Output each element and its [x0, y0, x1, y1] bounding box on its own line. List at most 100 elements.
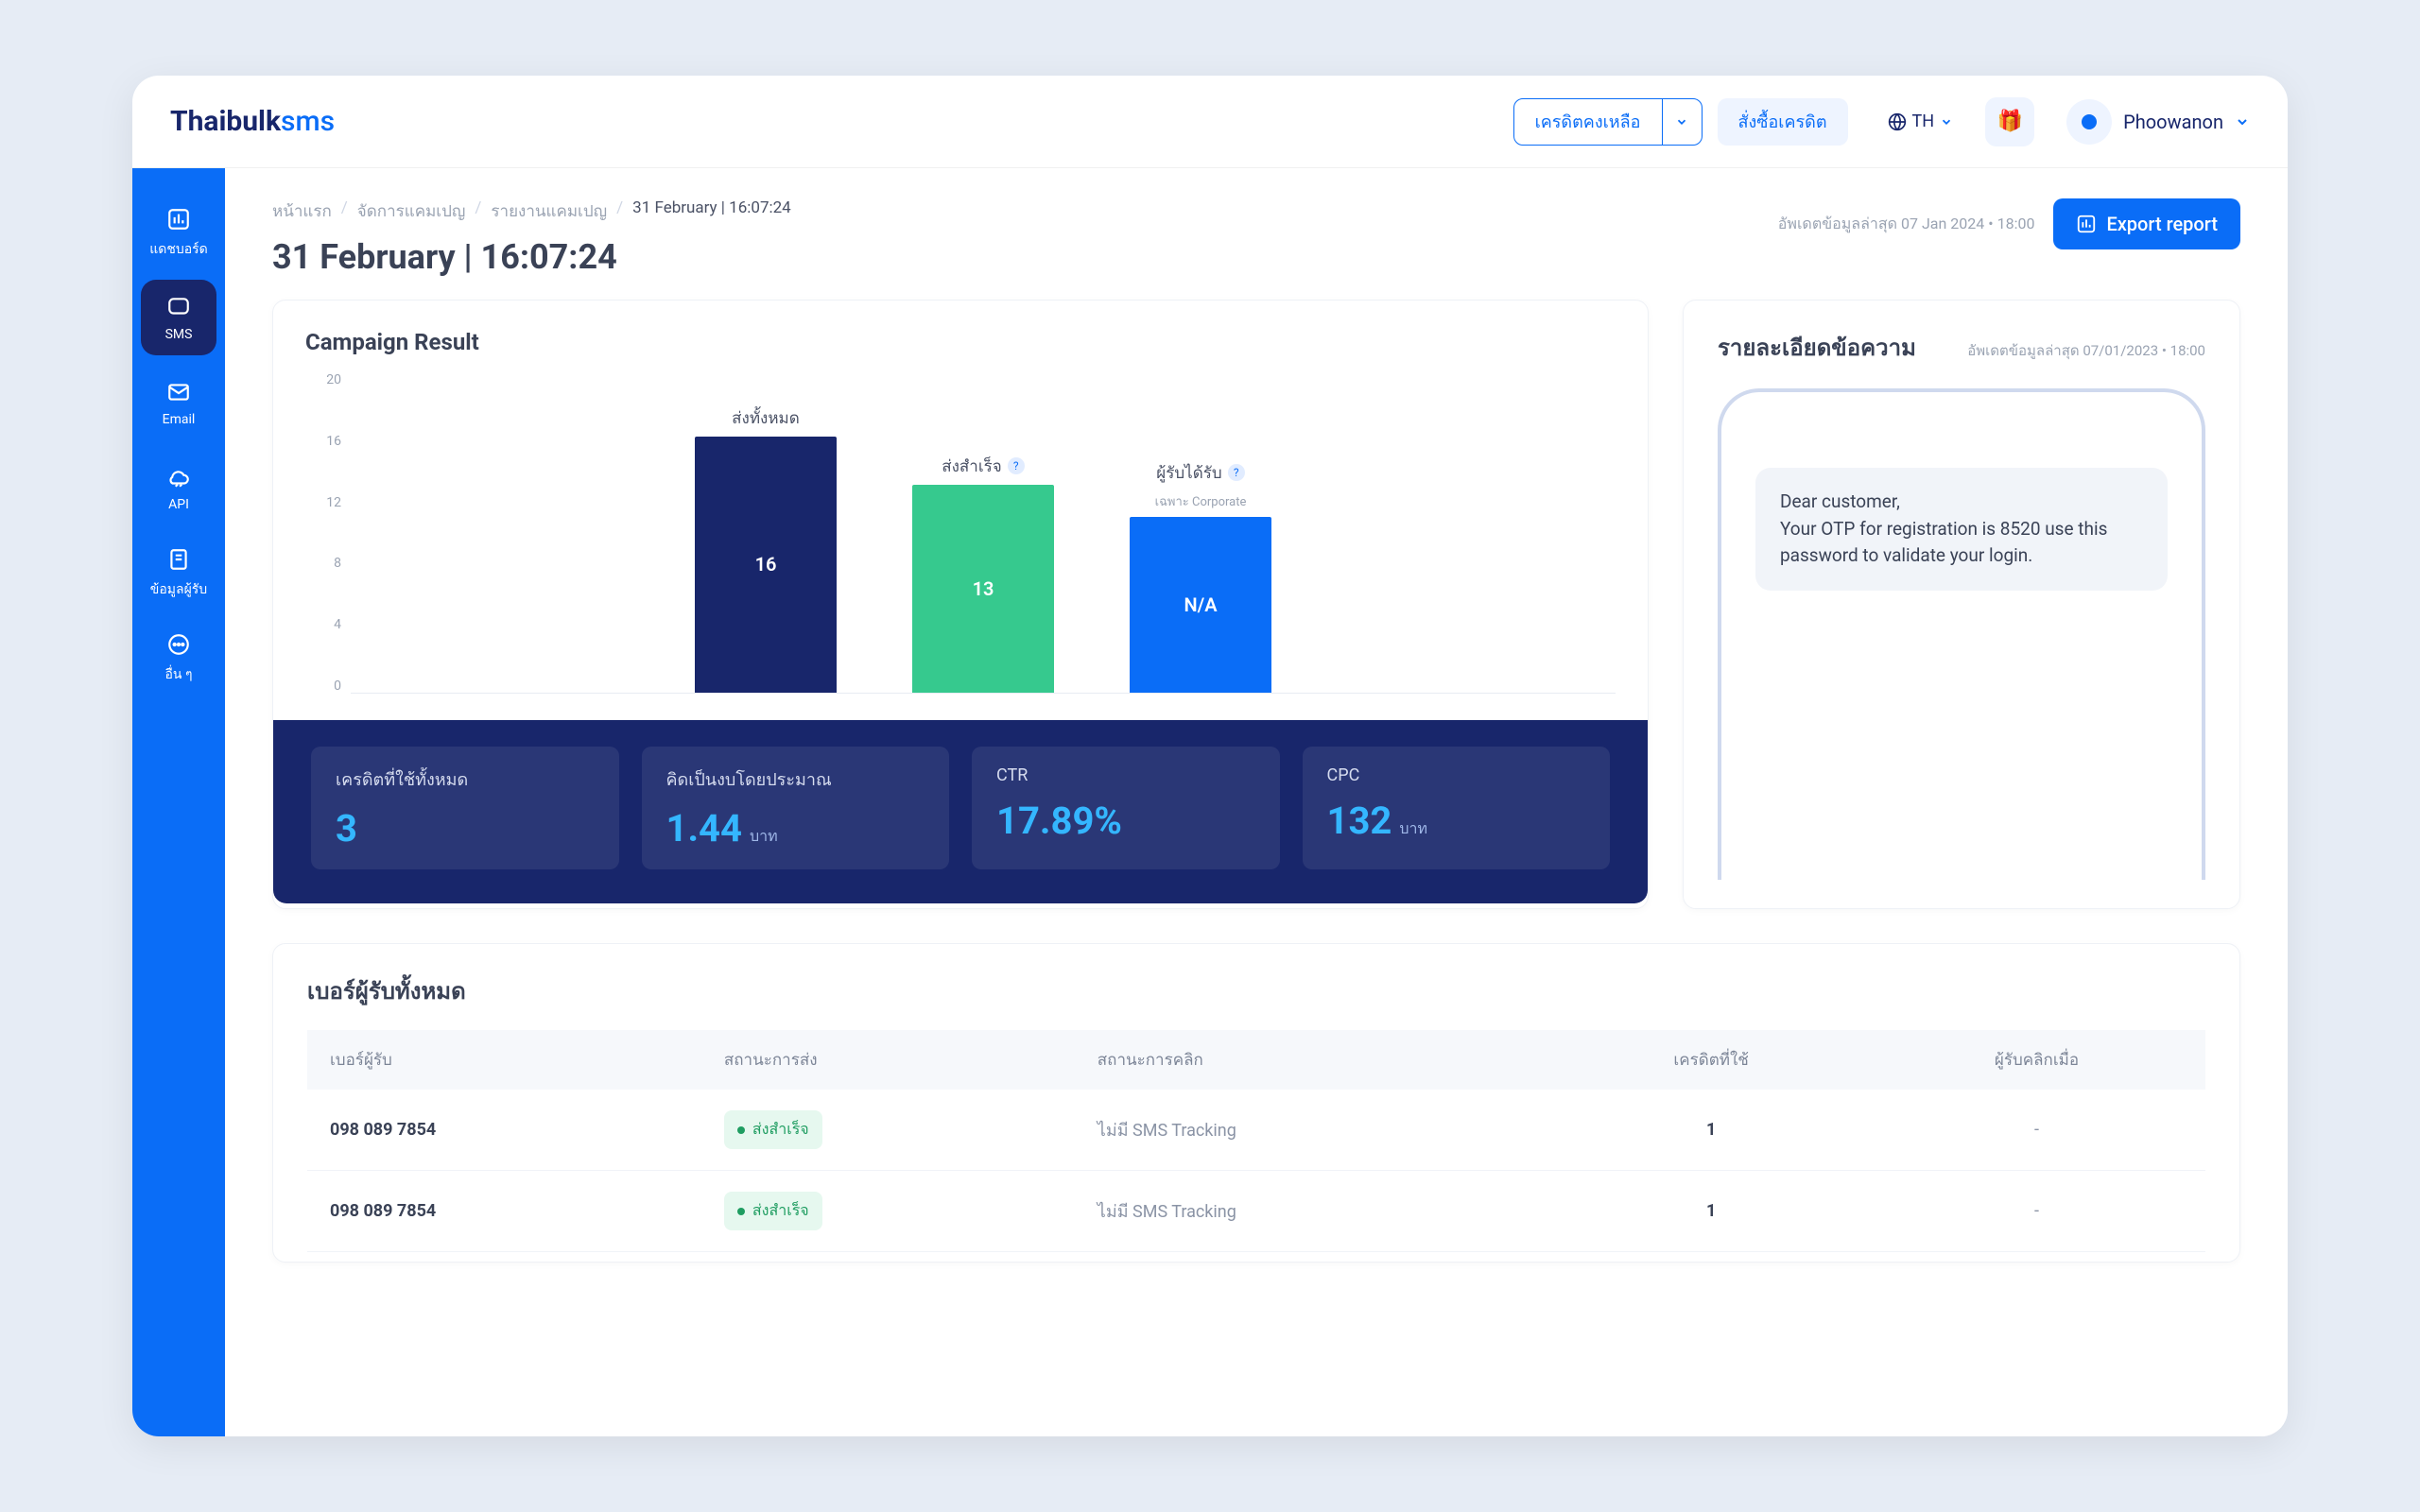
app-logo: Thaibulksms [170, 105, 335, 138]
recipients-table: เบอร์ผู้รับสถานะการส่งสถานะการคลิกเครดิต… [307, 1030, 2205, 1252]
buy-credit-button[interactable]: สั่งซื้อเครดิต [1718, 98, 1848, 146]
breadcrumb-current: 31 February | 16:07:24 [632, 198, 791, 224]
sidebar-item-dashboard[interactable]: แดชบอร์ด [141, 195, 216, 270]
sidebar-item-label: ข้อมูลผู้รับ [150, 579, 207, 600]
metric-card: CTR 17.89% [972, 747, 1280, 869]
app-window: Thaibulksms เครดิตคงเหลือ สั่งซื้อเครดิต… [132, 76, 2288, 1436]
gift-button[interactable]: 🎁 [1985, 97, 2034, 146]
message-detail-card: รายละเอียดข้อความ อัพเดตข้อมูลล่าสุด 07/… [1683, 300, 2240, 909]
y-tick: 12 [326, 495, 341, 510]
buy-credit-label: สั่งซื้อเครดิต [1738, 108, 1827, 135]
chevron-down-icon [1940, 115, 1953, 129]
bar: 16 [695, 437, 837, 693]
cell-send-status: ส่งสำเร็จ [701, 1171, 1075, 1252]
sidebar-item-recipients[interactable]: ข้อมูลผู้รับ [141, 535, 216, 610]
updated-text: อัพเดตข้อมูลล่าสุด 07 Jan 2024 • 18:00 [1778, 213, 2035, 236]
bar-label: ส่งทั้งหมด [732, 405, 800, 431]
credit-remaining-label: เครดิตคงเหลือ [1514, 99, 1662, 145]
breadcrumb-link[interactable]: รายงานแคมเปญ [491, 198, 607, 224]
y-tick: 16 [326, 434, 341, 449]
globe-icon [1888, 112, 1907, 131]
help-icon[interactable]: ? [1228, 464, 1245, 481]
credit-remaining-button[interactable]: เครดิตคงเหลือ [1513, 98, 1703, 146]
cell-send-status: ส่งสำเร็จ [701, 1090, 1075, 1171]
metric-card: CPC 132บาท [1303, 747, 1611, 869]
export-report-button[interactable]: Export report [2053, 198, 2240, 249]
gift-icon: 🎁 [1996, 110, 2022, 133]
logo-primary: Thaibulk [170, 105, 281, 138]
header: Thaibulksms เครดิตคงเหลือ สั่งซื้อเครดิต… [132, 76, 2288, 168]
y-tick: 4 [334, 617, 341, 632]
table-header: สถานะการส่ง [701, 1030, 1075, 1090]
bar: 13 [912, 485, 1054, 693]
y-tick: 20 [326, 372, 341, 387]
page-topbar: หน้าแรก/จัดการแคมเปญ/รายงานแคมเปญ/31 Feb… [272, 198, 2240, 277]
campaign-result-title: Campaign Result [305, 329, 1616, 355]
sidebar-item-api[interactable]: API [141, 450, 216, 525]
user-menu[interactable]: Phoowanon [2066, 99, 2250, 145]
main-content: หน้าแรก/จัดการแคมเปญ/รายงานแคมเปญ/31 Feb… [225, 168, 2288, 1436]
breadcrumb-link[interactable]: หน้าแรก [272, 198, 332, 224]
cell-credit: 1 [1554, 1171, 1868, 1252]
sidebar-item-label: แดชบอร์ด [149, 239, 208, 260]
table-header: ผู้รับคลิกเมื่อ [1868, 1030, 2205, 1090]
page-title: 31 February | 16:07:24 [272, 237, 791, 277]
table-header: เบอร์ผู้รับ [307, 1030, 701, 1090]
sidebar-item-sms[interactable]: SMS [141, 280, 216, 355]
breadcrumb: หน้าแรก/จัดการแคมเปญ/รายงานแคมเปญ/31 Feb… [272, 198, 791, 224]
sidebar-item-label: Email [163, 412, 196, 427]
y-tick: 0 [334, 679, 341, 694]
metric-value: 3 [336, 806, 595, 850]
campaign-result-card: Campaign Result 201612840 ส่งทั้งหมด16ส่… [272, 300, 1649, 909]
metric-label: CTR [996, 765, 1255, 785]
credit-remaining-caret[interactable] [1662, 99, 1702, 145]
sidebar: แดชบอร์ด SMS Email API ข้อมูลผู้รับอื่น ๆ [132, 168, 225, 1436]
mail-icon [164, 378, 193, 406]
bar-label: ผู้รับได้รับ? [1156, 460, 1244, 486]
more-icon [164, 630, 193, 659]
metric-value: 17.89% [996, 799, 1255, 843]
contact-icon [164, 545, 193, 574]
avatar [2066, 99, 2112, 145]
message-icon [164, 293, 193, 321]
recipients-table-title: เบอร์ผู้รับทั้งหมด [307, 972, 2205, 1009]
sidebar-item-label: API [168, 497, 189, 512]
username-label: Phoowanon [2123, 111, 2223, 133]
metric-label: CPC [1327, 765, 1586, 785]
metric-value: 1.44บาท [666, 806, 925, 850]
cell-click-status: ไม่มี SMS Tracking [1075, 1090, 1555, 1171]
bar-label: ส่งสำเร็จ? [942, 454, 1025, 479]
sidebar-item-label: SMS [165, 327, 193, 342]
language-switcher[interactable]: TH [1888, 112, 1954, 131]
status-badge: ส่งสำเร็จ [724, 1192, 822, 1230]
message-detail-updated: อัพเดตข้อมูลล่าสุด 07/01/2023 • 18:00 [1967, 339, 2205, 362]
metric-value: 132บาท [1327, 799, 1586, 843]
cell-clicked-at: - [1868, 1171, 2205, 1252]
table-header: สถานะการคลิก [1075, 1030, 1555, 1090]
cell-phone: 098 089 7854 [307, 1171, 701, 1252]
header-actions: เครดิตคงเหลือ สั่งซื้อเครดิต TH 🎁 Phoowa… [1513, 97, 2250, 146]
help-icon[interactable]: ? [1008, 457, 1025, 474]
cloud-icon [164, 463, 193, 491]
metrics-strip: เครดิตที่ใช้ทั้งหมด 3 คิดเป็นงบโดยประมาณ … [273, 720, 1648, 903]
message-detail-title: รายละเอียดข้อความ [1718, 329, 1916, 366]
chart-icon [164, 205, 193, 233]
metric-label: คิดเป็นงบโดยประมาณ [666, 765, 925, 793]
bar-column: ผู้รับได้รับ? เฉพาะ Corporate N/A [1120, 372, 1281, 693]
sidebar-item-email[interactable]: Email [141, 365, 216, 440]
bar: N/A [1130, 517, 1271, 693]
bar-column: ส่งทั้งหมด 16 [685, 372, 846, 693]
metric-card: คิดเป็นงบโดยประมาณ 1.44บาท [642, 747, 950, 869]
sidebar-item-more[interactable]: อื่น ๆ [141, 620, 216, 696]
cell-phone: 098 089 7854 [307, 1090, 701, 1171]
table-header: เครดิตที่ใช้ [1554, 1030, 1868, 1090]
bar-sublabel: เฉพาะ Corporate [1155, 491, 1247, 511]
bar-column: ส่งสำเร็จ? 13 [903, 372, 1063, 693]
table-row: 098 089 7854 ส่งสำเร็จ ไม่มี SMS Trackin… [307, 1090, 2205, 1171]
cell-clicked-at: - [1868, 1090, 2205, 1171]
phone-preview: Dear customer,Your OTP for registration … [1718, 388, 2205, 880]
metric-label: เครดิตที่ใช้ทั้งหมด [336, 765, 595, 793]
chart-bars: ส่งทั้งหมด 16 ส่งสำเร็จ? 13 ผู้รับได้รับ? เฉพ… [351, 372, 1616, 694]
export-report-label: Export report [2106, 213, 2218, 235]
breadcrumb-link[interactable]: จัดการแคมเปญ [357, 198, 466, 224]
